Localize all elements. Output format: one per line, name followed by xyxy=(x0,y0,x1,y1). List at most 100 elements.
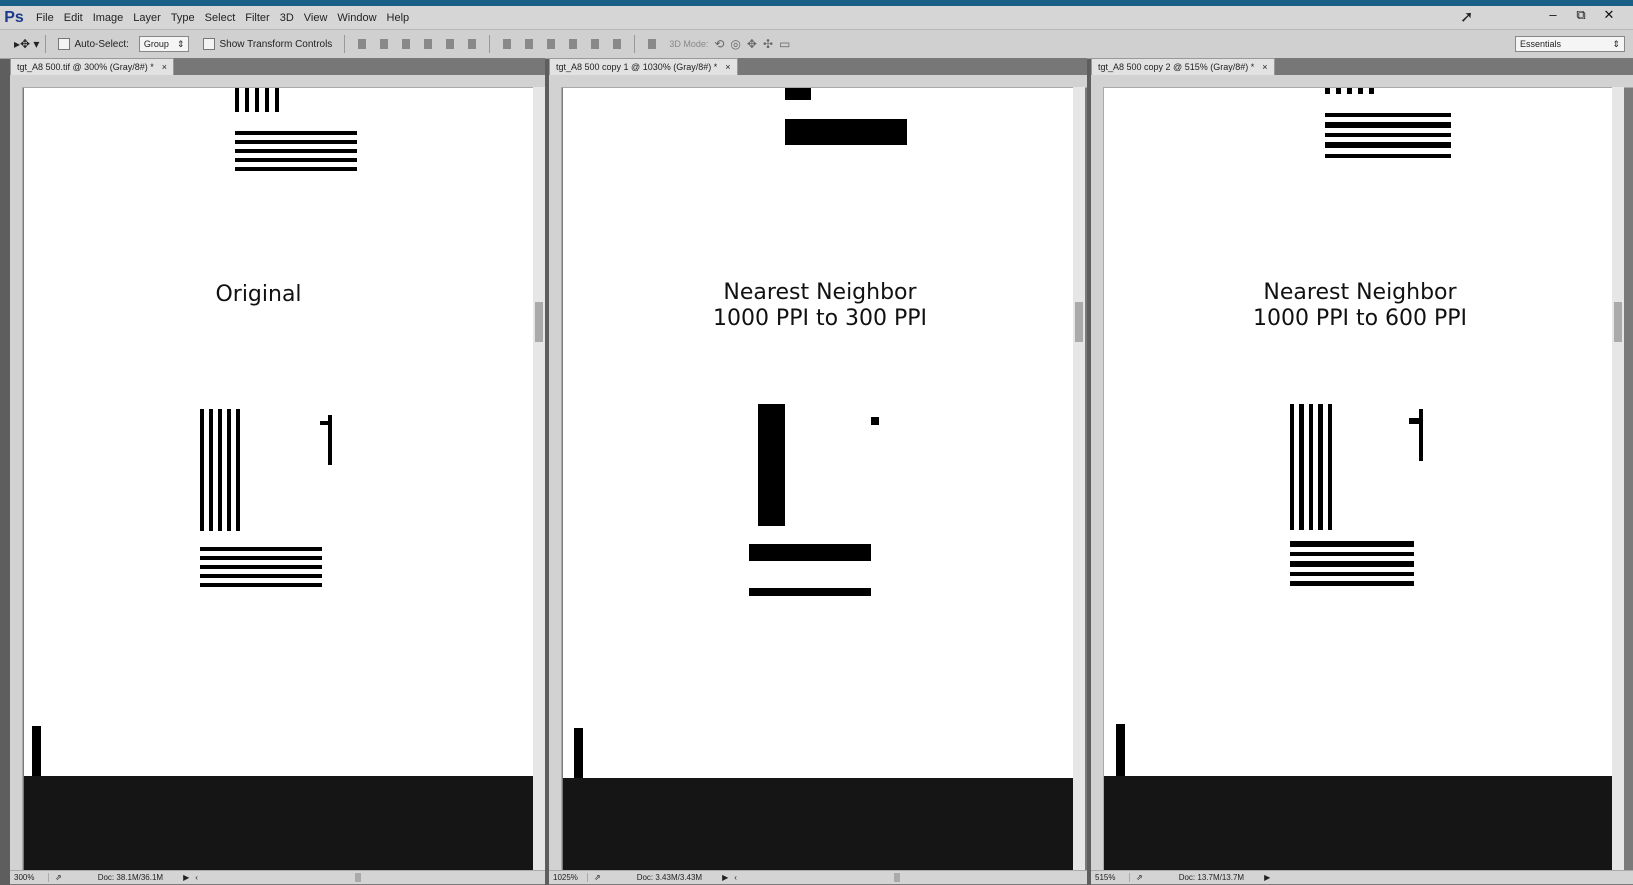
align-bottom-icon[interactable] xyxy=(399,37,414,51)
auto-select-checkbox[interactable] xyxy=(58,38,71,50)
status-menu-arrow-icon[interactable]: ▶ xyxy=(1264,873,1270,882)
restore-button[interactable]: ⧉ xyxy=(1571,7,1591,23)
document-pane-1: tgt_A8 500.tif @ 300% (Gray/8#) * × Origi… xyxy=(10,58,545,885)
auto-align-icon[interactable] xyxy=(645,37,660,51)
export-icon[interactable]: ⇗ xyxy=(55,873,62,882)
auto-select-toggle[interactable]: Auto-Select: xyxy=(58,38,129,50)
divider xyxy=(344,35,346,53)
tab-title: tgt_A8 500 copy 1 @ 1030% (Gray/8#) * xyxy=(556,62,718,72)
menu-file[interactable]: File xyxy=(36,12,62,24)
image-canvas[interactable]: Nearest Neighbor 1000 PPI to 300 PPI xyxy=(563,88,1073,870)
status-bar: 515% ⇗ Doc: 13.7M/13.7M ▶ xyxy=(1091,870,1633,884)
doc-size: Doc: 38.1M/36.1M xyxy=(97,873,164,882)
close-tab-icon[interactable]: × xyxy=(1262,62,1267,72)
target-bar xyxy=(785,88,811,100)
edge-marker xyxy=(574,728,583,783)
menu-view[interactable]: View xyxy=(304,12,336,24)
distribute-right-icon[interactable] xyxy=(610,37,625,51)
doc-size: Doc: 3.43M/3.43M xyxy=(636,873,703,882)
distribute-hcenter-icon[interactable] xyxy=(588,37,603,51)
align-right-icon[interactable] xyxy=(465,37,480,51)
distribute-bottom-icon[interactable] xyxy=(544,37,559,51)
image-canvas[interactable]: Original xyxy=(24,88,533,870)
show-transform-checkbox[interactable] xyxy=(203,38,216,50)
scroll-thumb[interactable] xyxy=(535,302,543,342)
status-bar: 300% ⇗ Doc: 38.1M/36.1M ▶ ‹ xyxy=(10,870,545,884)
target-bar xyxy=(1325,154,1451,158)
menu-filter[interactable]: Filter xyxy=(245,12,277,24)
tab-title: tgt_A8 500.tif @ 300% (Gray/8#) * xyxy=(17,62,154,72)
target-bar xyxy=(235,88,239,112)
horizontal-scroll-thumb[interactable] xyxy=(355,873,361,882)
align-vcenter-icon[interactable] xyxy=(377,37,392,51)
vertical-scrollbar[interactable] xyxy=(533,87,545,870)
workspace-dropdown[interactable]: Essentials ⇕ xyxy=(1515,36,1625,52)
close-tab-icon[interactable]: × xyxy=(162,62,167,72)
zoom-level[interactable]: 300% xyxy=(10,873,49,882)
target-bar xyxy=(265,88,269,112)
menu-select[interactable]: Select xyxy=(205,12,244,24)
menu-edit[interactable]: Edit xyxy=(64,12,91,24)
target-bar xyxy=(1309,404,1313,530)
caption-line: Nearest Neighbor xyxy=(1263,280,1457,305)
close-window-button[interactable]: ✕ xyxy=(1599,7,1619,23)
3d-rotate-icon[interactable]: ⟲ xyxy=(714,37,724,51)
caption-line: 1000 PPI to 300 PPI xyxy=(712,306,928,331)
menu-window[interactable]: Window xyxy=(337,12,384,24)
align-left-icon[interactable] xyxy=(421,37,436,51)
image-canvas[interactable]: Nearest Neighbor 1000 PPI to 600 PPI xyxy=(1104,88,1612,870)
menu-3d[interactable]: 3D xyxy=(280,12,302,24)
export-icon[interactable]: ⇗ xyxy=(1136,873,1143,882)
3d-roll-icon[interactable]: ◎ xyxy=(730,37,740,51)
divider xyxy=(489,35,491,53)
menu-help[interactable]: Help xyxy=(387,12,418,24)
auto-select-label: Auto-Select: xyxy=(74,38,129,50)
target-bar xyxy=(235,149,357,153)
menu-layer[interactable]: Layer xyxy=(133,12,169,24)
vertical-ruler xyxy=(1091,87,1104,870)
distribute-top-icon[interactable] xyxy=(500,37,515,51)
move-tool-icon[interactable]: ▸✥ ▾ xyxy=(14,37,39,51)
3d-scale-icon[interactable]: ▭ xyxy=(779,37,790,51)
menu-type[interactable]: Type xyxy=(171,12,203,24)
document-tab-3[interactable]: tgt_A8 500 copy 2 @ 515% (Gray/8#) * × xyxy=(1091,58,1275,75)
digit-one-flag xyxy=(320,421,329,425)
scroll-left-icon[interactable]: ‹ xyxy=(734,873,737,882)
vertical-scrollbar[interactable] xyxy=(1073,87,1085,870)
distribute-left-icon[interactable] xyxy=(566,37,581,51)
horizontal-scroll-thumb[interactable] xyxy=(894,873,900,882)
target-bar xyxy=(1290,572,1414,576)
align-hcenter-icon[interactable] xyxy=(443,37,458,51)
3d-drag-icon[interactable]: ✥ xyxy=(747,37,757,51)
show-transform-toggle[interactable]: Show Transform Controls xyxy=(203,38,332,50)
menu-image[interactable]: Image xyxy=(93,12,132,24)
status-menu-arrow-icon[interactable]: ▶ xyxy=(722,873,728,882)
zoom-level[interactable]: 515% xyxy=(1091,873,1130,882)
3d-slide-icon[interactable]: ✣ xyxy=(763,37,773,51)
document-tab-2[interactable]: tgt_A8 500 copy 1 @ 1030% (Gray/8#) * × xyxy=(549,58,738,75)
status-menu-arrow-icon[interactable]: ▶ xyxy=(183,873,189,882)
target-bar xyxy=(1347,88,1352,94)
distribute-vcenter-icon[interactable] xyxy=(522,37,537,51)
scroll-thumb[interactable] xyxy=(1075,302,1083,342)
vertical-ruler xyxy=(549,87,562,870)
status-bar: 1025% ⇗ Doc: 3.43M/3.43M ▶ ‹ xyxy=(549,870,1087,884)
vertical-scrollbar[interactable] xyxy=(1612,87,1624,870)
mouse-cursor-icon: ➚ xyxy=(1460,9,1474,26)
document-tab-1[interactable]: tgt_A8 500.tif @ 300% (Gray/8#) * × xyxy=(10,58,174,75)
target-bar xyxy=(1336,88,1341,94)
target-bar xyxy=(200,547,322,551)
zoom-level[interactable]: 1025% xyxy=(549,873,588,882)
scroll-thumb[interactable] xyxy=(1614,302,1622,342)
dark-region xyxy=(563,778,1073,870)
minimize-button[interactable]: – xyxy=(1543,7,1563,23)
export-icon[interactable]: ⇗ xyxy=(594,873,601,882)
image-caption: Nearest Neighbor 1000 PPI to 600 PPI xyxy=(1108,280,1612,332)
scroll-left-icon[interactable]: ‹ xyxy=(195,873,198,882)
close-tab-icon[interactable]: × xyxy=(725,62,730,72)
target-bar xyxy=(785,119,907,145)
align-top-icon[interactable] xyxy=(355,37,370,51)
target-bar xyxy=(235,167,357,171)
auto-select-dropdown[interactable]: Group ⇕ xyxy=(138,36,190,52)
target-bar xyxy=(1290,561,1414,567)
